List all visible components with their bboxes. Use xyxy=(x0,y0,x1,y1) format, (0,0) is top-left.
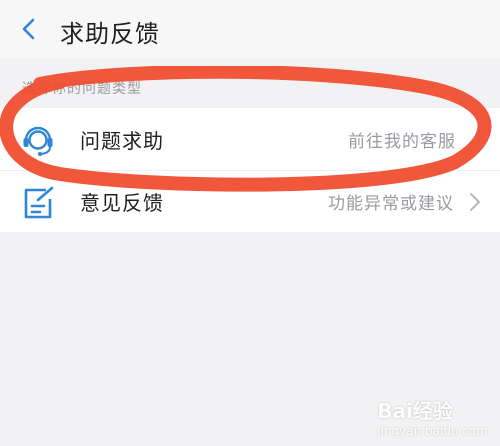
item-subtitle: 前往我的客服 xyxy=(348,131,456,152)
edit-note-icon xyxy=(24,186,54,219)
item-title: 问题求助 xyxy=(80,128,164,153)
headset-agent-icon xyxy=(23,126,53,156)
watermark: Bai经验 jingyan.baidu.com xyxy=(377,395,488,438)
feedback-options-list: 问题求助 前往我的客服 意见反馈 功能异常或建议 xyxy=(0,108,500,232)
chevron-right-icon xyxy=(470,192,480,211)
section-label: 选择你的问题类型 xyxy=(22,81,142,97)
page-title: 求助反馈 xyxy=(60,20,160,48)
watermark-brand: Bai经验 xyxy=(377,399,453,423)
list-item-feedback[interactable]: 意见反馈 功能异常或建议 xyxy=(0,170,500,232)
list-item-help[interactable]: 问题求助 前往我的客服 xyxy=(0,108,500,170)
item-subtitle: 功能异常或建议 xyxy=(328,194,454,214)
chevron-left-icon[interactable] xyxy=(14,14,44,44)
item-title: 意见反馈 xyxy=(80,191,164,215)
watermark-url: jingyan.baidu.com xyxy=(377,424,488,438)
top-bar: 求助反馈 xyxy=(0,0,500,58)
